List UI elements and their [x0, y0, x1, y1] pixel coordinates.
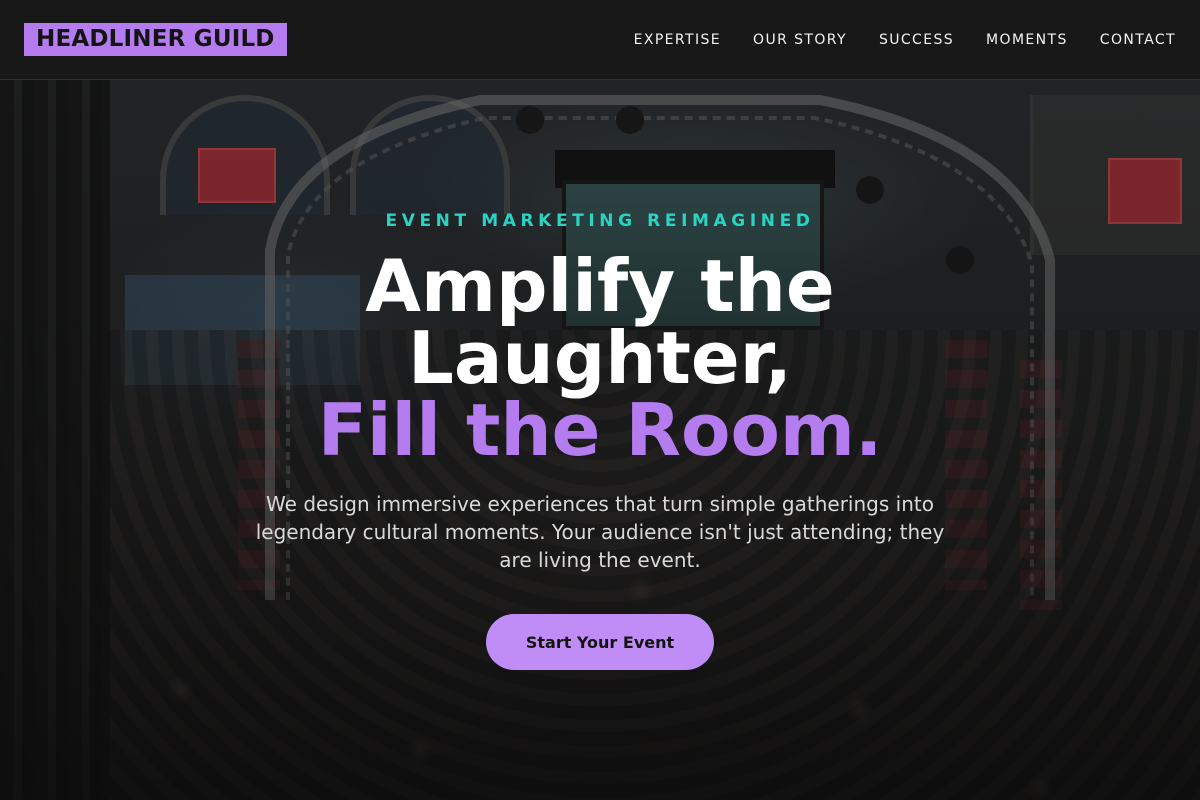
nav-link-contact[interactable]: CONTACT — [1100, 32, 1176, 48]
site-header: HEADLINER GUILD EXPERTISE OUR STORY SUCC… — [0, 0, 1200, 80]
nav-link-success[interactable]: SUCCESS — [879, 32, 954, 48]
start-event-button[interactable]: Start Your Event — [486, 614, 714, 670]
nav-link-expertise[interactable]: EXPERTISE — [634, 32, 721, 48]
landing-page: HEADLINER GUILD EXPERTISE OUR STORY SUCC… — [0, 0, 1200, 800]
hero-section: EVENT MARKETING REIMAGINED Amplify the L… — [0, 80, 1200, 800]
nav-link-our-story[interactable]: OUR STORY — [753, 32, 847, 48]
headline-line-2: Laughter, — [407, 316, 793, 400]
main-nav: EXPERTISE OUR STORY SUCCESS MOMENTS CONT… — [602, 32, 1176, 48]
hero-headline: Amplify the Laughter, Fill the Room. — [0, 250, 1200, 466]
headline-line-1: Amplify the — [365, 244, 835, 328]
brand-logo[interactable]: HEADLINER GUILD — [24, 23, 287, 56]
hero-subtext: We design immersive experiences that tur… — [255, 492, 945, 572]
nav-link-moments[interactable]: MOMENTS — [986, 32, 1068, 48]
headline-accent: Fill the Room. — [317, 388, 883, 472]
hero-eyebrow: EVENT MARKETING REIMAGINED — [385, 211, 815, 231]
